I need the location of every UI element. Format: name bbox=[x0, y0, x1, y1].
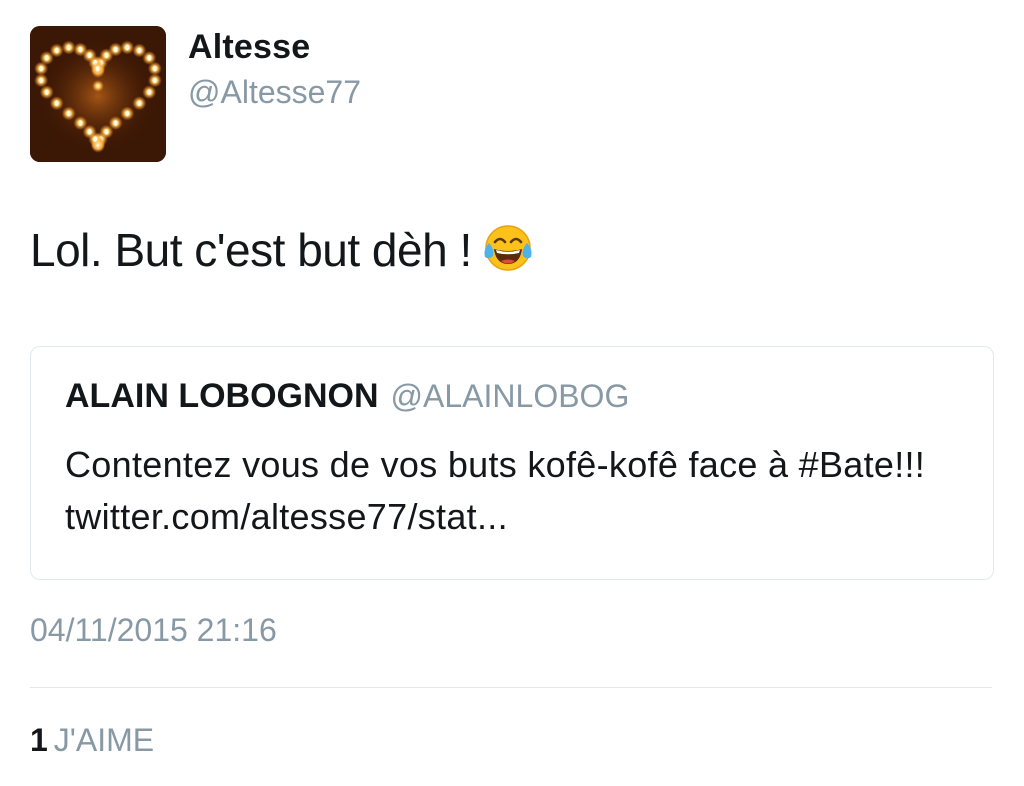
quoted-author-handle: @ALAINLOBOG bbox=[390, 378, 630, 414]
author-display-name[interactable]: Altesse bbox=[188, 28, 310, 67]
tweet-text-content: Lol. But c'est but dèh ! bbox=[30, 224, 472, 276]
quoted-tweet-text: Contentez vous de vos buts kofê-kofê fac… bbox=[65, 444, 926, 537]
tweet-timestamp[interactable]: 04/11/2015 21:16 bbox=[30, 612, 277, 649]
author-handle[interactable]: @Altesse77 bbox=[188, 74, 361, 111]
likes-count: 1 bbox=[30, 722, 48, 758]
avatar[interactable] bbox=[30, 26, 166, 162]
tweet-text: Lol. But c'est but dèh ! bbox=[30, 222, 534, 277]
face-with-tears-of-joy-icon bbox=[484, 225, 532, 271]
tweet-detail: Altesse @Altesse77 Lol. But c'est but dè… bbox=[0, 0, 1024, 786]
likes-label: J'AIME bbox=[53, 722, 155, 758]
quoted-author-name: ALAIN LOBOGNON bbox=[65, 377, 379, 415]
quoted-tweet-header: ALAIN LOBOGNON @ALAINLOBOG bbox=[65, 377, 629, 416]
quoted-tweet-card[interactable]: ALAIN LOBOGNON @ALAINLOBOG Contentez vous… bbox=[30, 346, 994, 580]
divider bbox=[30, 687, 992, 688]
likes-stat[interactable]: 1 J'AIME bbox=[30, 722, 154, 759]
heart-of-candles-icon bbox=[30, 26, 166, 162]
